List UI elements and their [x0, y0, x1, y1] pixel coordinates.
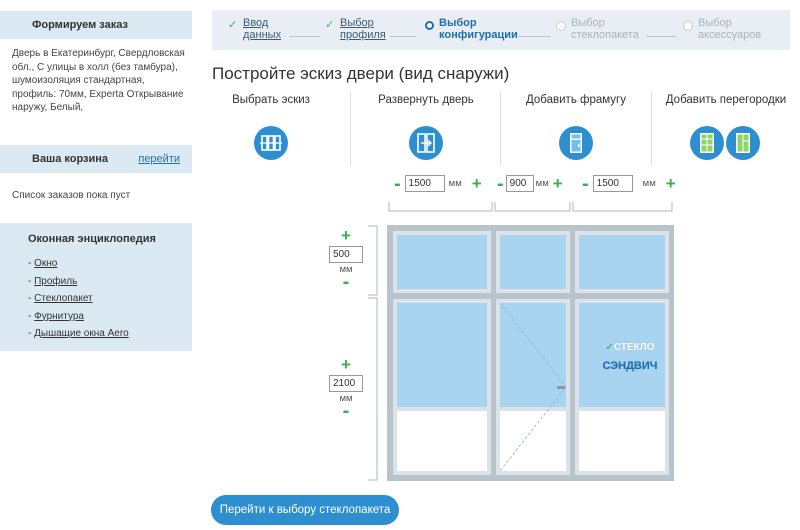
step-label-line2: конфигурации: [439, 29, 518, 41]
go-to-glass-unit-button[interactable]: Перейти к выбору стеклопакета: [211, 495, 399, 525]
cart-empty-text: Список заказов пока пуст: [12, 190, 131, 201]
order-panel-title: Формируем заказ: [0, 11, 192, 39]
height-dimension-lines: [368, 225, 378, 481]
width-left-increase-button[interactable]: +: [472, 175, 482, 192]
encyclopedia-item: - Стеклопакет: [28, 293, 93, 304]
option-label: Добавить фрамугу: [525, 94, 626, 106]
encyclopedia-link-window[interactable]: Окно: [34, 258, 57, 269]
glass-badge-line2: СЭНДВИЧ: [602, 360, 658, 372]
height-bottom-input[interactable]: [329, 375, 363, 392]
partition-icon: [690, 126, 762, 163]
step-accessories: Выбор аксессуаров: [683, 17, 788, 41]
height-control-top: + мм -: [329, 227, 363, 292]
step-label-line1: Выбор: [340, 17, 374, 29]
glass-badge-line1: СТЕКЛО: [613, 342, 655, 353]
width-middle-decrease-button[interactable]: -: [497, 174, 504, 194]
width-left-input[interactable]: [404, 175, 445, 192]
width-left-unit: мм: [448, 178, 462, 189]
step-label-line1: Выбор: [571, 17, 605, 29]
step-glass-unit: Выбор стеклопакета: [556, 17, 651, 41]
height-top-decrease-button[interactable]: -: [343, 272, 350, 292]
sketch-icon: [254, 126, 288, 163]
flip-door-icon: [409, 126, 443, 163]
pending-step-icon: [556, 21, 566, 31]
encyclopedia-title: Оконная энциклопедия: [28, 233, 156, 245]
step-label-line2: данных: [243, 29, 282, 41]
step-label-line2: аксессуаров: [698, 29, 762, 41]
cart-title: Ваша корзина: [32, 153, 109, 165]
cart-open-link[interactable]: перейти: [138, 153, 180, 165]
step-label-line1: Выбор: [698, 17, 732, 29]
width-middle-input[interactable]: [505, 175, 534, 192]
step-connector: [290, 36, 320, 37]
width-right-decrease-button[interactable]: -: [582, 174, 589, 194]
option-add-transom[interactable]: Добавить фрамугу: [501, 91, 651, 166]
encyclopedia-list: - Окно - Профиль - Стеклопакет - Фурниту…: [28, 255, 192, 343]
step-label-line2: профиля: [340, 29, 386, 41]
encyclopedia-link-profile[interactable]: Профиль: [34, 276, 77, 287]
option-select-sketch[interactable]: Выбрать эскиз: [196, 91, 346, 166]
encyclopedia-panel: Оконная энциклопедия - Окно - Профиль - …: [0, 223, 192, 351]
step-input-data[interactable]: ✓ Ввод данных: [228, 17, 303, 41]
glass-type-badge: ✓СТЕКЛО СЭНДВИЧ: [590, 339, 670, 375]
option-label: Развернуть дверь: [378, 94, 474, 106]
height-bottom-decrease-button[interactable]: -: [343, 401, 350, 421]
width-control-left: - мм +: [394, 174, 482, 194]
pending-step-icon: [683, 21, 693, 31]
step-configuration[interactable]: Выбор конфигурации: [425, 17, 534, 41]
check-icon: ✓: [228, 19, 238, 31]
width-middle-unit: мм: [535, 178, 549, 189]
encyclopedia-item: - Дышащие окна Aero: [28, 328, 129, 339]
transom-icon: [559, 126, 593, 163]
door-handle: [557, 386, 565, 389]
encyclopedia-link-glass-unit[interactable]: Стеклопакет: [34, 293, 93, 304]
width-left-decrease-button[interactable]: -: [394, 174, 401, 194]
width-right-unit: мм: [642, 178, 656, 189]
step-connector: [518, 36, 550, 37]
width-right-increase-button[interactable]: +: [666, 175, 676, 192]
page-title: Постройте эскиз двери (вид снаружи): [212, 64, 510, 83]
current-step-icon: [425, 21, 434, 30]
height-bottom-increase-button[interactable]: +: [341, 356, 351, 373]
encyclopedia-item: - Окно: [28, 258, 58, 269]
encyclopedia-link-hardware[interactable]: Фурнитура: [34, 311, 84, 322]
step-connector: [390, 36, 416, 37]
width-control-middle: - мм +: [497, 174, 563, 194]
step-profile[interactable]: ✓ Выбор профиля: [325, 17, 400, 41]
option-label: Добавить перегородки: [665, 94, 787, 106]
height-top-input[interactable]: [329, 246, 363, 263]
step-label-line1: Выбор: [439, 17, 477, 29]
width-right-input[interactable]: [592, 175, 633, 192]
order-description: Дверь в Екатеринбург, Свердловская обл.,…: [12, 48, 185, 113]
step-label-line1: Ввод: [243, 17, 269, 29]
height-control-bottom: + мм -: [329, 356, 363, 421]
height-top-increase-button[interactable]: +: [341, 227, 351, 244]
check-icon: ✓: [605, 342, 614, 353]
wizard-steps: ✓ Ввод данных ✓ Выбор профиля Выбор конфигу…: [212, 10, 790, 50]
step-connector: [646, 36, 676, 37]
step-label-line2: стеклопакета: [571, 29, 639, 41]
width-control-right: - мм +: [582, 174, 676, 194]
encyclopedia-item: - Профиль: [28, 275, 78, 287]
encyclopedia-item: - Фурнитура: [28, 310, 84, 322]
option-flip-door[interactable]: Развернуть дверь: [351, 91, 501, 166]
width-middle-increase-button[interactable]: +: [553, 175, 563, 192]
sidebar: Формируем заказ Дверь в Екатеринбург, Св…: [0, 0, 192, 351]
option-add-partitions[interactable]: Добавить перегородки: [651, 91, 800, 166]
width-dimension-lines: [388, 202, 673, 212]
option-label: Выбрать эскиз: [232, 94, 310, 106]
cart-panel-header: Ваша корзина перейти: [0, 145, 192, 173]
check-icon: ✓: [325, 19, 335, 31]
encyclopedia-link-aero[interactable]: Дышащие окна Aero: [34, 328, 129, 339]
